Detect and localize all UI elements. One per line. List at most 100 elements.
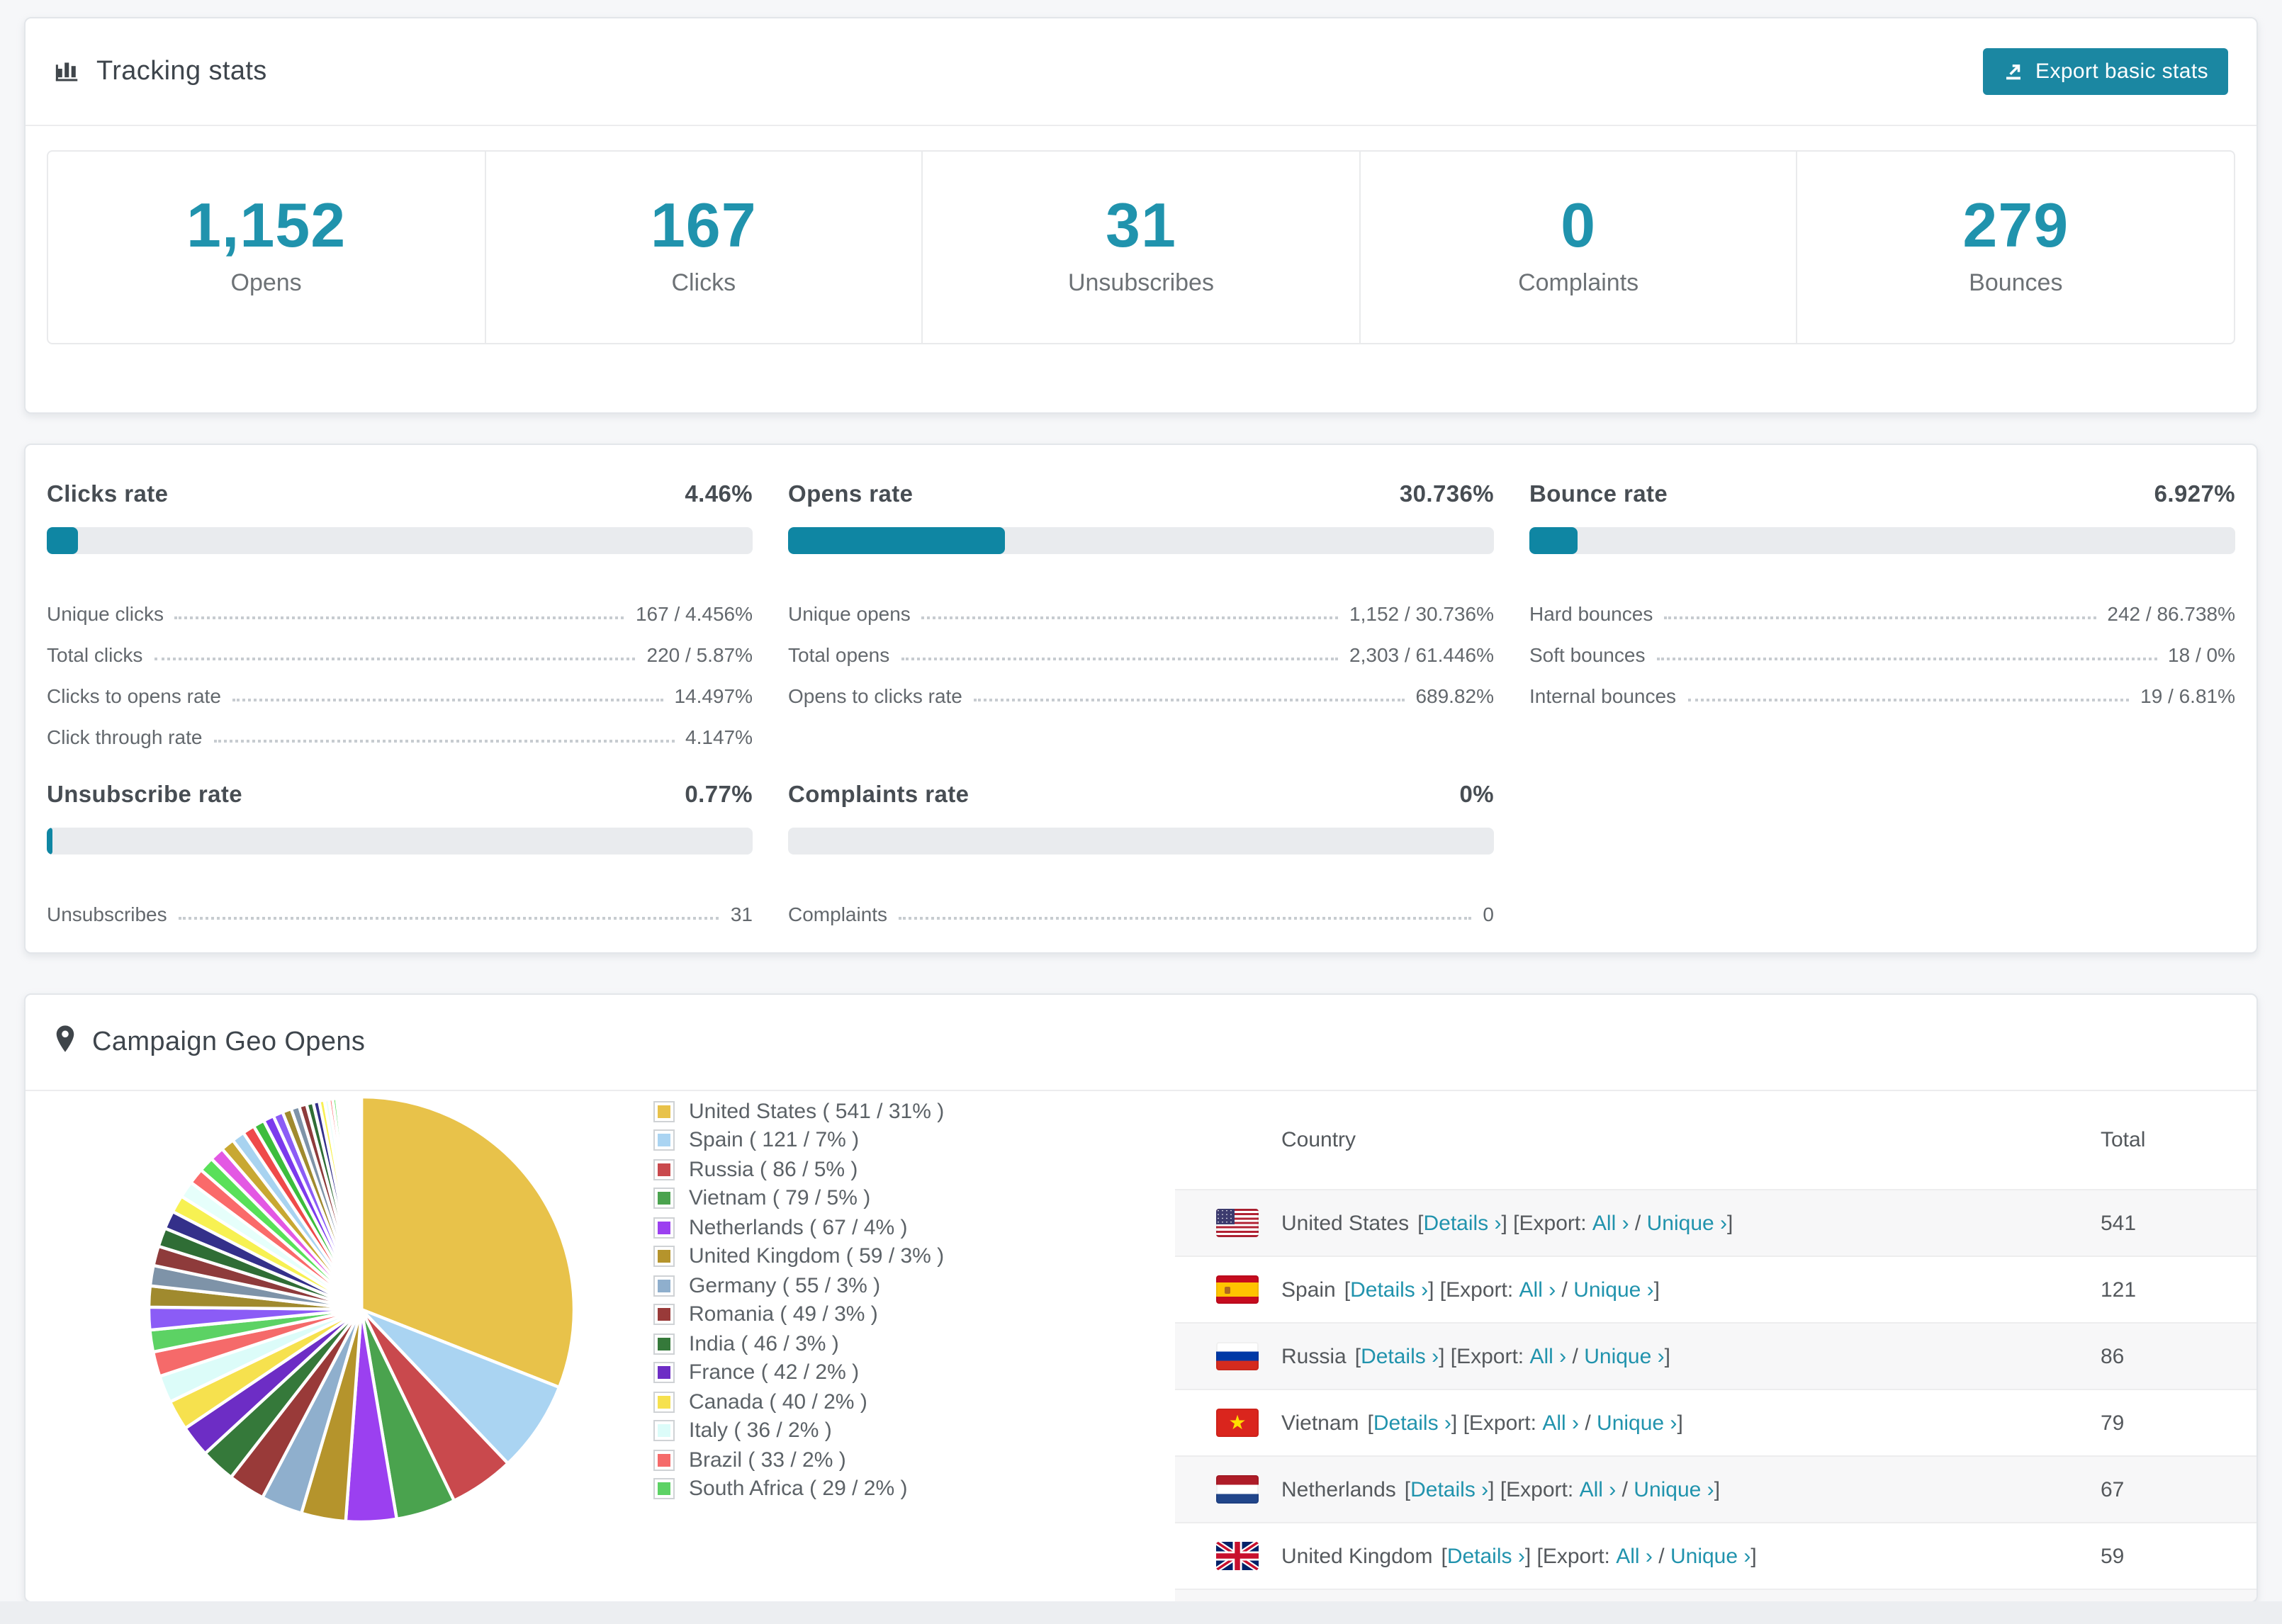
rate-metric-row: Total clicks 220 / 5.87% (47, 625, 753, 666)
rate-metric-label: Hard bounces (1529, 602, 1653, 625)
legend-item[interactable]: Vietnam ( 79 / 5% ) (653, 1184, 944, 1213)
rate-title: Opens rate (788, 482, 914, 507)
rate-metric-label: Click through rate (47, 726, 203, 748)
legend-item[interactable]: France ( 42 / 2% ) (653, 1358, 944, 1387)
legend-item[interactable]: United Kingdom ( 59 / 3% ) (653, 1242, 944, 1271)
geo-opens-table: Country Total United States [Details ›] … (1175, 1091, 2256, 1601)
export-unique-link[interactable]: Unique › (1670, 1544, 1750, 1568)
rate-metric-row: Complaints 0 (788, 884, 1494, 925)
legend-label: Canada ( 40 / 2% ) (689, 1389, 867, 1414)
geo-opens-pie-chart[interactable] (135, 1083, 588, 1536)
rate-block: Complaints rate 0% Complaints 0 (788, 782, 1494, 925)
rates-grid: Clicks rate 4.46% Unique clicks 167 / 4.… (26, 445, 2256, 925)
export-basic-stats-button[interactable]: Export basic stats (1983, 48, 2228, 95)
export-all-link[interactable]: All › (1616, 1544, 1653, 1568)
export-unique-link[interactable]: Unique › (1647, 1211, 1727, 1235)
export-all-link[interactable]: All › (1519, 1278, 1556, 1302)
rate-metric-value: 167 / 4.456% (635, 602, 753, 625)
legend-label: France ( 42 / 2% ) (689, 1360, 860, 1385)
legend-item[interactable]: United States ( 541 / 31% ) (653, 1097, 944, 1126)
table-row-vn: Vietnam [Details ›] [Export: All › / Uni… (1175, 1389, 2256, 1455)
legend-item[interactable]: Spain ( 121 / 7% ) (653, 1126, 944, 1155)
rate-metric-value: 18 / 0% (2168, 643, 2235, 666)
rate-head: Unsubscribe rate 0.77% (47, 782, 753, 809)
rate-metric-value: 1,152 / 30.736% (1349, 602, 1494, 625)
rate-metric-value: 14.497% (674, 684, 753, 707)
flag-ru (1216, 1342, 1259, 1370)
rate-metric-label: Clicks to opens rate (47, 684, 221, 707)
rate-value: 6.927% (2154, 482, 2235, 507)
rate-block: Clicks rate 4.46% Unique clicks 167 / 4.… (47, 482, 753, 748)
rate-metric-row: Opens to clicks rate 689.82% (788, 666, 1494, 707)
details-link[interactable]: Details › (1447, 1544, 1525, 1568)
legend-item[interactable]: Netherlands ( 67 / 4% ) (653, 1213, 944, 1242)
stat-tile-complaints: 0 Complaints (1359, 152, 1797, 344)
rate-metric-value: 19 / 6.81% (2140, 684, 2235, 707)
legend-item[interactable]: South Africa ( 29 / 2% ) (653, 1474, 944, 1504)
legend-swatch (653, 1129, 675, 1151)
export-all-link[interactable]: All › (1592, 1211, 1629, 1235)
country-cell: United States [Details ›] [Export: All ›… (1281, 1211, 1733, 1235)
legend-label: Spain ( 121 / 7% ) (689, 1128, 860, 1153)
flag-es (1216, 1275, 1259, 1304)
export-unique-link[interactable]: Unique › (1573, 1278, 1653, 1302)
rate-metric-value: 4.147% (685, 726, 753, 748)
legend-swatch (653, 1158, 675, 1180)
country-cell: Spain [Details ›] [Export: All › / Uniqu… (1281, 1278, 1660, 1302)
legend-swatch (653, 1304, 675, 1326)
legend-label: Russia ( 86 / 5% ) (689, 1157, 858, 1182)
export-unique-link[interactable]: Unique › (1584, 1344, 1664, 1368)
dotted-leader (921, 616, 1339, 619)
legend-item[interactable]: Canada ( 40 / 2% ) (653, 1387, 944, 1416)
export-unique-link[interactable]: Unique › (1634, 1477, 1714, 1501)
stat-label: Unsubscribes (1067, 269, 1214, 297)
dotted-leader (232, 699, 663, 701)
stat-tile-opens: 1,152 Opens (48, 152, 484, 343)
stat-value: 31 (1106, 191, 1176, 261)
country-cell: Vietnam [Details ›] [Export: All › / Uni… (1281, 1411, 1683, 1435)
details-link[interactable]: Details › (1361, 1344, 1439, 1368)
details-link[interactable]: Details › (1373, 1411, 1451, 1435)
export-unique-link[interactable]: Unique › (1597, 1411, 1677, 1435)
details-link[interactable]: Details › (1423, 1211, 1501, 1235)
legend-label: United States ( 541 / 31% ) (689, 1099, 945, 1124)
legend-item[interactable]: Romania ( 49 / 3% ) (653, 1300, 944, 1329)
rate-value: 0% (1459, 782, 1494, 808)
stat-value: 167 (650, 191, 757, 261)
stat-label: Opens (230, 269, 302, 297)
total-cell: 541 (2101, 1211, 2137, 1235)
rate-head: Complaints rate 0% (788, 782, 1494, 809)
legend-item[interactable]: Italy ( 36 / 2% ) (653, 1416, 944, 1445)
export-all-link[interactable]: All › (1542, 1411, 1579, 1435)
legend-item[interactable]: India ( 46 / 3% ) (653, 1329, 944, 1358)
stat-label: Bounces (1969, 269, 2063, 297)
legend-swatch (653, 1246, 675, 1268)
rate-metric-row: Soft bounces 18 / 0% (1529, 625, 2235, 666)
progress-bar-track (788, 828, 1494, 855)
details-link[interactable]: Details › (1410, 1477, 1488, 1501)
rate-metric-value: 31 (730, 903, 753, 925)
legend-swatch (653, 1275, 675, 1297)
legend-item[interactable]: Germany ( 55 / 3% ) (653, 1271, 944, 1300)
progress-bar-fill (1529, 527, 1578, 554)
details-link[interactable]: Details › (1350, 1278, 1428, 1302)
table-row-de: Germany [Details ›] [Export: All › / Uni… (1175, 1589, 2256, 1601)
country-cell: Russia [Details ›] [Export: All › / Uniq… (1281, 1344, 1670, 1368)
dotted-leader (973, 699, 1405, 701)
export-all-link[interactable]: All › (1580, 1477, 1617, 1501)
legend-swatch (653, 1478, 675, 1500)
legend-item[interactable]: Russia ( 86 / 5% ) (653, 1155, 944, 1184)
rate-metric-label: Unique opens (788, 602, 911, 625)
rate-block: Opens rate 30.736% Unique opens 1,152 / … (788, 482, 1494, 748)
progress-bar-fill (788, 527, 1006, 554)
progress-bar-fill (47, 527, 79, 554)
dotted-leader (1664, 616, 2096, 619)
legend-label: Vietnam ( 79 / 5% ) (689, 1186, 871, 1211)
country-name: United Kingdom (1281, 1544, 1433, 1568)
export-all-link[interactable]: All › (1530, 1344, 1567, 1368)
legend-item[interactable]: Brazil ( 33 / 2% ) (653, 1445, 944, 1474)
legend-swatch (653, 1391, 675, 1413)
rate-metric-label: Opens to clicks rate (788, 684, 962, 707)
legend-label: United Kingdom ( 59 / 3% ) (689, 1244, 945, 1269)
total-column-header: Total (2101, 1128, 2146, 1152)
